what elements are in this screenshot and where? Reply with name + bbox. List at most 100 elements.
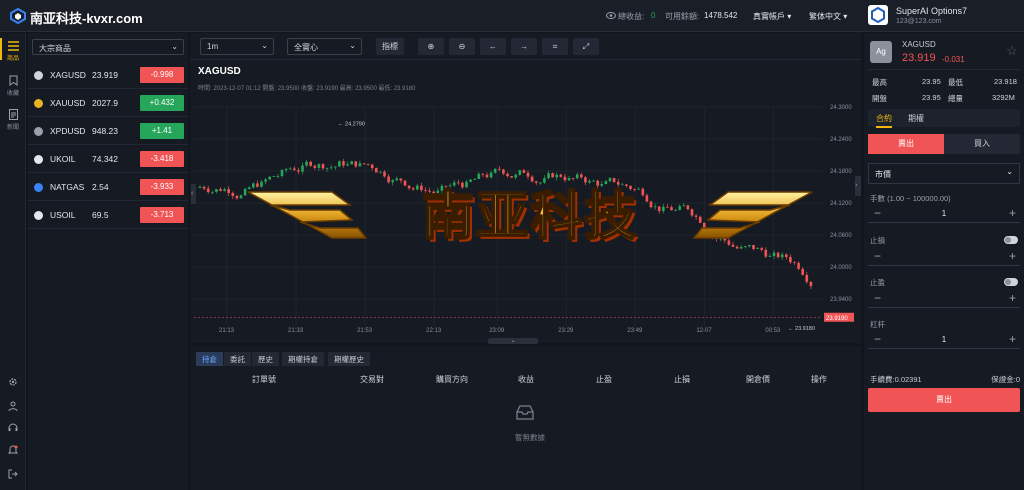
product-name: USOIL [50,210,76,220]
candle-body [354,161,358,167]
candle-body [313,165,317,168]
product-change: -0.998 [140,67,184,83]
stop-loss-toggle[interactable] [1004,236,1018,244]
qty-value[interactable]: 1 [928,209,960,218]
tab-history[interactable]: 歷史 [252,352,279,366]
trade-change: -0.031 [942,55,965,64]
nav-item-favorites[interactable]: 收藏 [0,75,26,97]
minus-icon[interactable]: − [874,249,881,263]
leverage-stepper[interactable]: − 1 + [868,330,1020,349]
nav-item-products[interactable]: 商品 [0,41,26,62]
stop-loss-stepper[interactable]: − + [868,247,1020,266]
candle-body [358,163,362,167]
candle-body [202,186,206,189]
plus-icon[interactable]: + [1009,332,1016,346]
settings-icon[interactable] [8,377,18,387]
account-menu[interactable]: SuperAI Options7 123@123.com [862,0,1024,32]
submit-sell-button[interactable]: 賣出 [868,388,1020,412]
product-row[interactable]: UKOIL 74.342 -3.418 [28,145,188,173]
chart-style-select[interactable]: 全實心 ⌄ [287,38,362,55]
plus-icon[interactable]: + [1009,249,1016,263]
candle-body [219,189,222,191]
support-icon[interactable] [8,423,18,433]
favorite-star-icon[interactable]: ☆ [1006,43,1018,59]
tab-contract[interactable]: 合約 [876,113,892,128]
brand-name[interactable]: 南亚科技-kvxr.com [30,8,143,27]
tab-positions[interactable]: 持倉 [196,352,223,366]
price-chart[interactable]: XAGUSD 時間: 2023-12-07 01:12 開盤: 23.9500 … [190,60,861,344]
tab-option-positions[interactable]: 期權持倉 [282,352,324,366]
news-icon [8,109,18,120]
candle-body [780,254,784,258]
nav-item-news[interactable]: 新聞 [0,109,26,131]
product-name: NATGAS [50,182,85,192]
divider [868,69,1020,70]
candle-body [366,163,370,165]
indicator-button[interactable]: 指標 [376,38,404,55]
candle-body [206,188,210,193]
logout-icon[interactable] [8,469,18,479]
zoom-out-button[interactable]: ⊖ [449,38,475,55]
account-type-dropdown[interactable]: 真實帳戶 ▾ [753,11,791,22]
candle-body [776,252,780,258]
eye-icon[interactable] [606,11,616,20]
scroll-right-button[interactable]: → [511,38,537,55]
tab-orders[interactable]: 委託 [224,352,251,366]
product-icon [34,155,43,164]
zoom-out-icon: ⊖ [458,42,466,51]
product-price: 948.23 [92,126,118,136]
product-name: XAUUSD [50,98,86,108]
zoom-in-icon: ⊕ [427,42,435,51]
product-icon [34,127,43,136]
category-select[interactable]: 大宗商品 ⌄ [32,39,184,55]
minus-icon[interactable]: − [874,332,881,346]
minus-icon[interactable]: − [874,291,881,305]
volume-value: 3292M [992,93,1015,102]
product-row[interactable]: XAUUSD 2027.9 +0.432 [28,89,188,117]
buy-toggle-button[interactable]: 買入 [944,134,1020,154]
take-profit-toggle[interactable] [1004,278,1018,286]
tab-option-history[interactable]: 期權歷史 [328,352,370,366]
user-icon[interactable] [8,401,18,411]
col-order-id: 訂單號 [252,375,276,384]
scroll-left-button[interactable]: ← [480,38,506,55]
fullscreen-button[interactable]: ⤢ [573,38,599,55]
list-icon [7,41,19,51]
product-row[interactable]: NATGAS 2.54 -3.933 [28,173,188,201]
product-row[interactable]: XAGUSD 23.919 -0.998 [28,61,188,89]
sell-toggle-button[interactable]: 賣出 [868,134,944,154]
watermark-text: 南亚科技 [421,186,638,248]
zoom-in-button[interactable]: ⊕ [418,38,444,55]
collapse-left-handle[interactable]: ‹ [191,184,196,204]
order-type-label: 市價 [875,170,891,179]
collapse-right-handle[interactable]: › [855,176,861,196]
candle-body [785,254,788,258]
take-profit-stepper[interactable]: − + [868,289,1020,308]
watermark-logo: 南亚科技 [240,170,820,252]
low-label: 最低 [948,78,963,87]
interval-select[interactable]: 1m ⌄ [200,38,274,55]
interval-label: 1m [207,42,219,51]
notification-icon[interactable] [8,445,18,455]
y-tick-label: 23.9400 [830,297,852,303]
order-type-select[interactable]: 市價 ⌄ [868,163,1020,184]
expand-orders-handle[interactable]: ⌄ [488,338,538,344]
qty-stepper[interactable]: − 1 + [868,204,1020,223]
candle-body [235,195,239,199]
col-direction: 購買方向 [436,375,468,384]
tab-option[interactable]: 期權 [908,113,924,124]
leverage-value[interactable]: 1 [928,335,960,344]
candle-body [329,167,333,169]
crop-button[interactable]: ⌗ [542,38,568,55]
language-dropdown[interactable]: 繁体中文 ▾ [809,11,847,22]
plus-icon[interactable]: + [1009,206,1016,220]
chevron-down-icon: ⌄ [171,42,178,51]
product-row[interactable]: USOIL 69.5 -3.713 [28,201,188,229]
candle-body [768,256,772,257]
product-row[interactable]: XPDUSD 948.23 +1.41 [28,117,188,145]
x-tick-label: 21:53 [357,328,373,334]
minus-icon[interactable]: − [874,206,881,220]
plus-icon[interactable]: + [1009,291,1016,305]
candle-body [231,192,235,196]
low-value: 23.918 [994,77,1017,86]
